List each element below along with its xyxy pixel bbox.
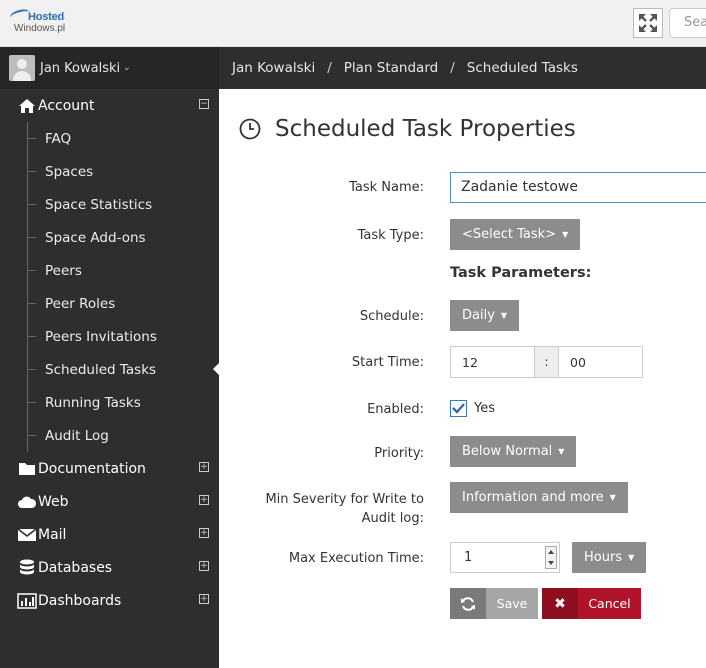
sidebar-section-mail[interactable]: Mail + [0,518,219,551]
search-input[interactable]: Search [669,8,706,38]
expand-icon[interactable]: + [199,528,209,538]
refresh-icon [450,588,486,619]
priority-dropdown[interactable]: Below Normal ▼ [450,436,577,467]
task-type-label: Task Type: [357,228,424,243]
save-button[interactable]: Save [450,588,538,619]
max-execution-input[interactable]: 1 [450,542,560,573]
database-icon [17,559,37,577]
breadcrumb-separator: / [327,60,332,76]
logo-line2: Windows.pl [14,23,66,34]
caret-down-icon: ▼ [500,311,508,320]
sidebar-section-dashboards[interactable]: Dashboards + [0,584,219,617]
start-time-label: Start Time: [351,355,424,370]
sidebar-item-audit-log[interactable]: Audit Log [0,419,219,452]
max-execution-unit-dropdown[interactable]: Hours ▼ [572,542,647,573]
breadcrumb-user[interactable]: Jan Kowalski [232,60,315,76]
breadcrumb: Jan Kowalski / Plan Standard / Scheduled… [219,47,706,89]
fullscreen-button[interactable] [633,8,663,38]
breadcrumb-current[interactable]: Scheduled Tasks [467,60,578,76]
logo-line1: Hosted [28,11,65,23]
chevron-down-icon: ⌄ [123,63,131,73]
sidebar-section-databases[interactable]: Databases + [0,551,219,584]
cloud-icon [17,495,37,509]
form-actions: Save ✖ Cancel [450,588,641,619]
sidebar-item-peers[interactable]: Peers [0,254,219,287]
sidebar-section-account[interactable]: Account − [0,89,219,122]
task-type-dropdown[interactable]: <Select Task> ▼ [450,219,581,250]
user-name: Jan Kowalski [40,60,121,76]
sidebar-item-space-statistics[interactable]: Space Statistics [0,188,219,221]
hostedwindows-logo[interactable]: Hosted Windows.pl [9,7,80,38]
start-hour-input[interactable]: 12 [451,347,534,377]
sidebar-item-running-tasks[interactable]: Running Tasks [0,386,219,419]
sidebar-item-faq[interactable]: FAQ [0,122,219,155]
schedule-label: Schedule: [359,309,424,324]
expand-icon[interactable]: + [199,594,209,604]
time-separator: : [534,347,559,377]
caret-down-icon: ▼ [562,230,569,239]
sidebar-item-peers-invitations[interactable]: Peers Invitations [0,320,219,353]
caret-down-icon: ▼ [628,553,635,562]
top-bar: Hosted Windows.pl Search [0,0,706,47]
enabled-text: Yes [474,401,495,416]
priority-label: Priority: [374,446,424,461]
expand-arrows-icon [639,14,657,32]
collapse-icon[interactable]: − [199,99,209,109]
task-name-label: Task Name: [349,180,424,195]
sidebar: Jan Kowalski ⌄ Account − FAQ Spaces Spac… [0,47,220,668]
enabled-checkbox[interactable] [450,400,467,417]
bar-chart-icon [17,592,37,609]
envelope-icon [17,527,37,542]
sidebar-item-spaces[interactable]: Spaces [0,155,219,188]
min-severity-label: Min Severity for Write to Audit log: [265,492,424,526]
page-title: Scheduled Task Properties [239,116,576,142]
task-parameters-heading: Task Parameters: [450,265,592,281]
home-icon [17,98,37,114]
caret-down-icon: ▼ [558,447,565,456]
max-execution-label: Max Execution Time: [288,551,424,566]
task-name-input[interactable]: Zadanie testowe [450,172,706,203]
expand-icon[interactable]: + [199,561,209,571]
cancel-button[interactable]: ✖ Cancel [542,588,641,619]
breadcrumb-plan[interactable]: Plan Standard [344,60,438,76]
sidebar-item-scheduled-tasks[interactable]: Scheduled Tasks [0,353,220,386]
enabled-label: Enabled: [367,402,424,417]
start-minute-input[interactable]: 00 [559,347,642,377]
min-severity-dropdown[interactable]: Information and more ▼ [450,482,628,513]
page-title-text: Scheduled Task Properties [275,116,576,142]
user-menu[interactable]: Jan Kowalski ⌄ [0,47,219,89]
avatar [9,55,35,81]
sidebar-item-peer-roles[interactable]: Peer Roles [0,287,219,320]
expand-icon[interactable]: + [199,495,209,505]
folder-icon [17,461,37,476]
main-content: Scheduled Task Properties Task Name: Zad… [219,89,706,668]
enabled-row: Yes [450,400,495,417]
account-submenu: FAQ Spaces Space Statistics Space Add-on… [0,122,220,452]
schedule-dropdown[interactable]: Daily ▼ [450,300,520,331]
max-execution-group: 1 Hours ▼ [450,542,647,573]
start-time-group: 12 : 00 [450,346,643,378]
close-icon: ✖ [542,588,578,619]
clock-icon [239,118,261,140]
breadcrumb-separator: / [450,60,455,76]
caret-down-icon: ▼ [609,493,616,502]
checkmark-icon [452,403,465,414]
sidebar-section-documentation[interactable]: Documentation + [0,452,219,485]
sidebar-section-web[interactable]: Web + [0,485,219,518]
sidebar-section-label: Account [38,97,95,114]
spinner-arrows-icon[interactable] [545,546,557,569]
sidebar-item-space-add-ons[interactable]: Space Add-ons [0,221,219,254]
expand-icon[interactable]: + [199,462,209,472]
